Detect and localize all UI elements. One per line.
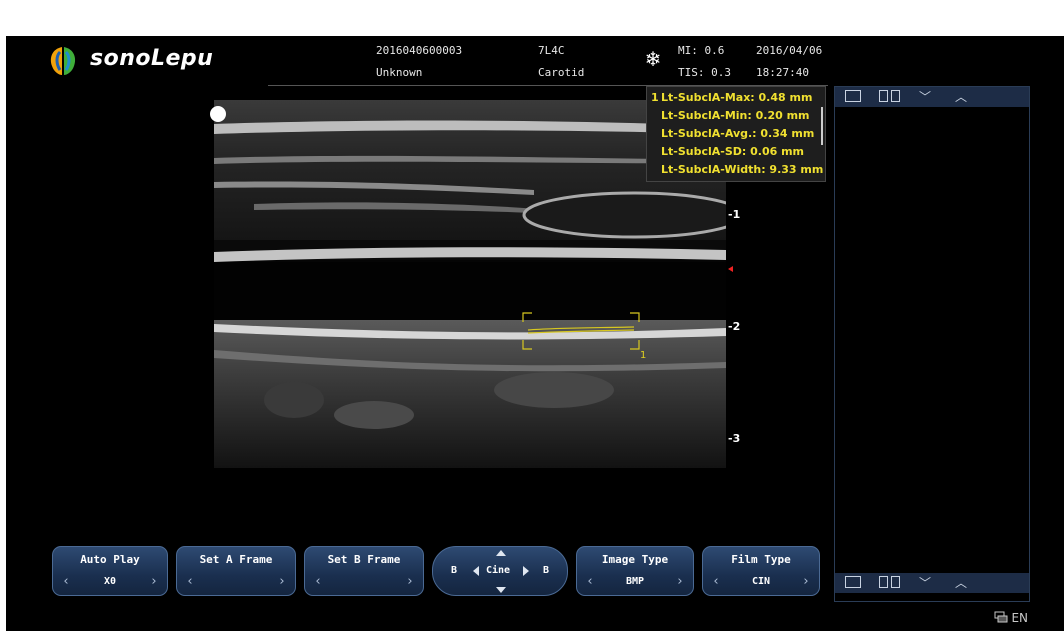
language-indicator[interactable]: EN (994, 611, 1028, 625)
cine-right-label: B (543, 565, 550, 576)
single-layout-icon[interactable] (845, 90, 861, 102)
set-b-frame-button[interactable]: Set B Frame ‹ › (304, 546, 424, 596)
measurement-row: Lt-SubclA-Min: 0.20 mm (661, 109, 810, 122)
focus-marker (728, 266, 733, 272)
image-type-button[interactable]: Image Type ‹ BMP › (576, 546, 694, 596)
chevron-down-icon[interactable]: ﹀ (915, 89, 935, 105)
dual-layout-icon[interactable] (879, 90, 901, 102)
film-type-button[interactable]: Film Type ‹ CIN › (702, 546, 820, 596)
header-bar: sonoLepu 2016040600003 Unknown 7L4C Caro… (6, 36, 1064, 86)
chevron-left-icon[interactable]: ‹ (313, 575, 323, 589)
mi-value: MI: 0.6 (678, 44, 725, 57)
measurement-results: 1 Lt-SubclA-Max: 0.48 mm Lt-SubclA-Min: 0… (646, 86, 826, 182)
probe-orientation-marker (210, 106, 226, 122)
chevron-right-icon[interactable]: › (405, 575, 415, 589)
patient-name: Unknown (376, 66, 423, 79)
depth-mark-1: -1 (728, 208, 741, 221)
brand-logo-icon (47, 45, 79, 77)
chevron-left-icon[interactable]: ‹ (185, 575, 195, 589)
dual-layout-icon[interactable] (879, 576, 901, 588)
set-a-frame-button[interactable]: Set A Frame ‹ › (176, 546, 296, 596)
thumbnail-toolbar-top: ﹀ ︿ (835, 87, 1029, 107)
cine-prev-icon[interactable] (473, 566, 479, 576)
language-label: EN (1011, 611, 1028, 625)
cine-next-icon[interactable] (523, 566, 529, 576)
cine-up-icon[interactable] (496, 550, 506, 556)
measurement-row: Lt-SubclA-SD: 0.06 mm (661, 145, 805, 158)
measurement-row: Lt-SubclA-Avg.: 0.34 mm (661, 127, 815, 140)
cine-control[interactable]: B Cine B (432, 546, 568, 596)
brand-logo: sonoLepu (46, 42, 213, 80)
depth-mark-3: -3 (728, 432, 741, 445)
chevron-right-icon[interactable]: › (675, 575, 685, 589)
patient-id: 2016040600003 (376, 44, 463, 57)
measurement-index: 1 (651, 91, 659, 104)
chevron-right-icon[interactable]: › (801, 575, 811, 589)
single-layout-icon[interactable] (845, 576, 861, 588)
depth-mark-2: -2 (728, 320, 741, 333)
chevron-right-icon[interactable]: › (149, 575, 159, 589)
exam-time: 18:27:40 (756, 66, 809, 79)
ultrasound-screen: sonoLepu 2016040600003 Unknown 7L4C Caro… (6, 36, 1064, 631)
snowflake-icon[interactable]: ❄ (642, 48, 664, 70)
measurement-row: Lt-SubclA-Width: 9.33 mm (661, 163, 824, 176)
auto-play-button[interactable]: Auto Play ‹ X0 › (52, 546, 168, 596)
roi-label: 1 (640, 350, 647, 361)
measurement-scrollbar[interactable] (821, 107, 823, 145)
exam-preset: Carotid (538, 66, 585, 79)
exam-date: 2016/04/06 (756, 44, 823, 57)
cine-label: Cine (486, 565, 511, 576)
chevron-up-icon[interactable]: ︿ (951, 575, 971, 591)
chevron-down-icon[interactable]: ﹀ (915, 575, 935, 591)
probe-name: 7L4C (538, 44, 565, 57)
measurement-row: 1 Lt-SubclA-Max: 0.48 mm (651, 89, 821, 107)
chevron-right-icon[interactable]: › (277, 575, 287, 589)
imt-roi-box[interactable] (522, 312, 640, 350)
brand-name: sonoLepu (90, 46, 214, 71)
chevron-up-icon[interactable]: ︿ (951, 89, 971, 105)
cine-left-label: B (451, 565, 458, 576)
cine-down-icon[interactable] (496, 587, 506, 593)
keyboard-icon (994, 611, 1008, 623)
thumbnail-panel: ﹀ ︿ ﹀ ︿ (834, 86, 1030, 602)
tis-value: TIS: 0.3 (678, 66, 731, 79)
thumbnail-toolbar-bottom: ﹀ ︿ (835, 573, 1029, 593)
